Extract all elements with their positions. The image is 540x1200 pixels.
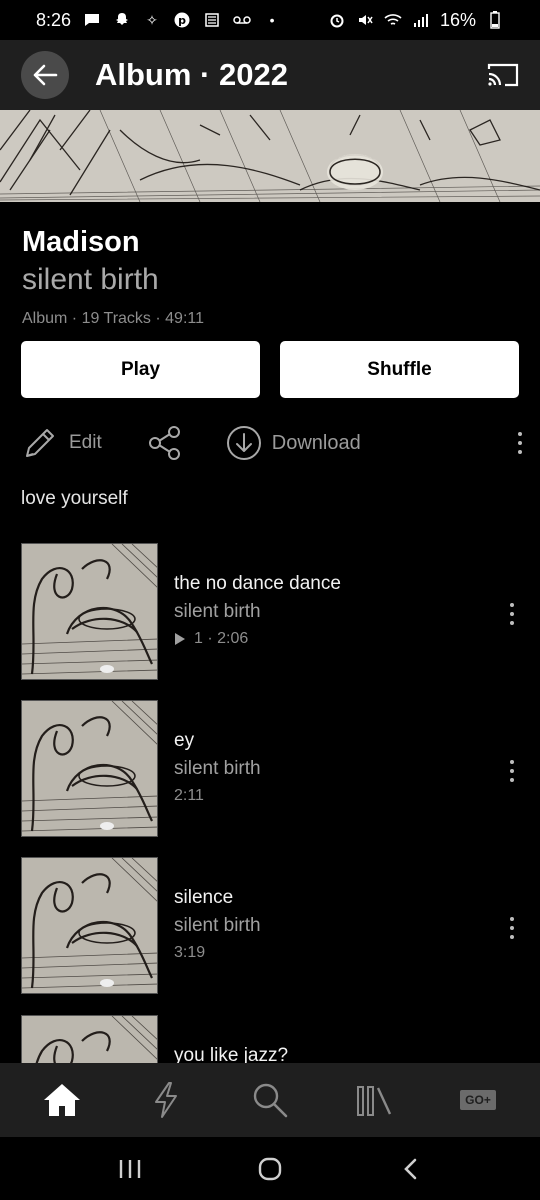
pencil-icon — [26, 429, 54, 457]
track-more-button[interactable] — [506, 913, 518, 943]
snapchat-icon — [113, 12, 131, 28]
more-vert-icon — [510, 603, 514, 607]
back-button[interactable] — [21, 51, 69, 99]
album-artist[interactable]: silent birth — [22, 262, 522, 298]
chevron-left-icon — [404, 1158, 417, 1179]
arrow-left-icon — [33, 64, 58, 86]
recents-button[interactable] — [100, 1144, 160, 1194]
album-description: love yourself — [21, 488, 128, 509]
search-icon — [253, 1083, 288, 1118]
battery-icon — [486, 11, 504, 29]
dot-indicator-icon: • — [269, 12, 275, 28]
app-header: Album · 2022 — [0, 40, 540, 110]
news-icon — [203, 12, 221, 28]
track-title: the no dance dance — [174, 573, 341, 594]
tab-search[interactable] — [240, 1070, 300, 1130]
track-artwork — [21, 857, 158, 994]
play-icon — [175, 633, 185, 645]
track-meta: 3:19 — [174, 944, 206, 961]
track-row[interactable]: ey silent birth 2:11 — [0, 700, 540, 838]
play-controls: Play Shuffle — [21, 341, 519, 398]
pinterest-icon: p — [173, 12, 191, 28]
track-list: the no dance dance silent birth 1 · 2:06 — [0, 543, 540, 1063]
album-meta: Album · 19 Tracks · 49:11 — [22, 310, 204, 327]
mute-icon — [356, 12, 374, 28]
library-icon — [357, 1086, 392, 1116]
track-title: ey — [174, 730, 195, 751]
album-actions: Edit Download — [21, 420, 526, 466]
recents-icon — [119, 1159, 141, 1178]
track-artwork — [21, 700, 158, 837]
tab-home[interactable] — [32, 1070, 92, 1130]
track-more-button[interactable] — [506, 756, 518, 786]
download-label: Download — [271, 431, 361, 454]
bottom-tab-bar: GO+ — [0, 1063, 540, 1137]
home-button[interactable] — [240, 1144, 300, 1194]
album-title: Madison — [22, 226, 140, 258]
cast-icon — [487, 63, 519, 87]
track-artist: silent birth — [174, 758, 261, 779]
sparkle-icon: ✧ — [146, 11, 158, 28]
home-circle-icon — [258, 1157, 282, 1180]
share-button[interactable] — [148, 425, 182, 461]
tab-go-plus[interactable]: GO+ — [448, 1070, 508, 1130]
album-more-button[interactable] — [514, 428, 526, 458]
track-row[interactable]: silence silent birth 3:19 — [0, 857, 540, 995]
track-artist: silent birth — [174, 915, 261, 936]
track-artwork — [21, 543, 158, 680]
go-plus-badge: GO+ — [460, 1090, 496, 1110]
tab-library[interactable] — [344, 1070, 404, 1130]
more-vert-icon — [510, 917, 514, 921]
svg-text:p: p — [178, 14, 186, 27]
track-artist: silent birth — [174, 601, 261, 622]
download-button[interactable]: Download — [226, 425, 361, 461]
share-icon — [148, 426, 180, 460]
cast-button[interactable] — [483, 55, 523, 95]
track-artwork — [21, 1015, 158, 1063]
track-row[interactable]: the no dance dance silent birth 1 · 2:06 — [0, 543, 540, 681]
download-icon — [226, 426, 261, 460]
album-info: Madison silent birth Album · 19 Tracks ·… — [22, 222, 522, 328]
track-meta: 2:11 — [174, 787, 204, 804]
battery-percent: 16% — [439, 9, 476, 30]
system-back-button[interactable] — [380, 1144, 440, 1194]
status-time: 8:26 — [36, 9, 72, 30]
header-title: Album · 2022 — [95, 57, 288, 92]
system-nav-bar — [0, 1137, 540, 1200]
edit-button[interactable]: Edit — [21, 424, 102, 462]
shuffle-button[interactable]: Shuffle — [280, 341, 519, 398]
more-vert-icon — [518, 432, 522, 436]
voicemail-icon — [233, 12, 251, 28]
play-button[interactable]: Play — [21, 341, 260, 398]
track-title: you like jazz? — [174, 1045, 289, 1063]
track-more-button[interactable] — [506, 599, 518, 629]
alarm-icon — [328, 12, 346, 28]
more-vert-icon — [510, 760, 514, 764]
lightning-icon — [155, 1082, 177, 1118]
edit-label: Edit — [69, 432, 102, 453]
album-banner-art — [0, 110, 540, 202]
message-icon — [83, 12, 101, 28]
track-meta: 1 · 2:06 — [174, 630, 248, 648]
track-row[interactable]: you like jazz? — [0, 1015, 540, 1063]
status-bar: 8:26 ✧ p • 16% — [0, 0, 540, 40]
home-icon — [44, 1084, 80, 1116]
wifi-icon — [384, 12, 402, 28]
tab-explore[interactable] — [136, 1070, 196, 1130]
signal-icon — [412, 12, 430, 28]
track-meta-text: 1 · 2:06 — [194, 630, 249, 647]
track-title: silence — [174, 887, 234, 908]
